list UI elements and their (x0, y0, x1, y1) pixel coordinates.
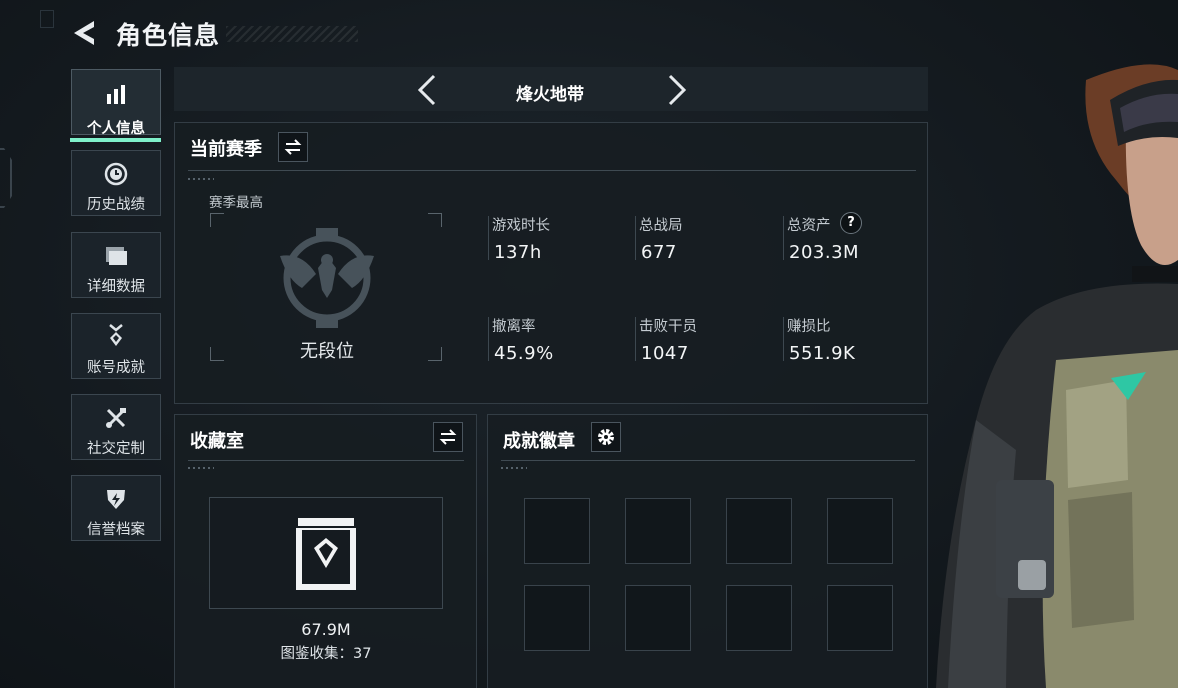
bracket-decoration (210, 347, 224, 361)
rank-emblem-icon (272, 226, 382, 330)
stat-label: 总战局 (639, 218, 683, 234)
sidebar-item-label: 个人信息 (87, 121, 145, 137)
collection-panel-title: 收藏室 (190, 431, 244, 452)
stat-label: 赚损比 (787, 319, 831, 335)
sidebar-item-label: 信誉档案 (87, 522, 145, 538)
left-edge-decoration (0, 148, 12, 208)
stat-divider (783, 317, 784, 361)
stat-value: 551.9K (789, 343, 856, 364)
season-panel-title: 当前赛季 (190, 139, 262, 160)
badge-slot[interactable] (726, 498, 792, 564)
page-title: 角色信息 (116, 21, 221, 50)
panel-dots-decoration (501, 467, 527, 469)
history-clock-icon (72, 161, 160, 187)
panel-divider (188, 460, 464, 461)
stat-label: 游戏时长 (492, 218, 550, 234)
sidebar-item-label: 历史战绩 (87, 197, 145, 213)
tools-icon (72, 405, 160, 431)
collection-value: 67.9M (301, 620, 351, 639)
sidebar-item-label: 账号成就 (87, 360, 145, 376)
bar-chart-icon (72, 82, 160, 108)
stat-value: 677 (641, 242, 677, 263)
panel-dots-decoration (188, 178, 214, 180)
season-best-label: 赛季最高 (209, 195, 263, 211)
sidebar-item-detailed-data[interactable]: 详细数据 (71, 232, 161, 298)
panel-divider (188, 170, 916, 171)
sidebar-item-social[interactable]: 社交定制 (71, 394, 161, 460)
stat-total-matches: 总战局 677 (635, 214, 683, 263)
stat-extraction-rate: 撤离率 45.9% (488, 315, 554, 364)
swap-icon[interactable] (278, 132, 308, 162)
badges-panel-title: 成就徽章 (503, 431, 575, 452)
mode-title: 烽火地带 (516, 85, 584, 105)
rank-text: 无段位 (300, 341, 354, 362)
collection-count: 图鉴收集：37 (280, 646, 372, 662)
stat-play-time: 游戏时长 137h (488, 214, 550, 263)
bracket-decoration (428, 213, 442, 227)
badge-slot[interactable] (827, 498, 893, 564)
badge-slot[interactable] (625, 498, 691, 564)
gear-icon[interactable] (591, 422, 621, 452)
badge-slot[interactable] (524, 585, 590, 651)
vault-display-icon (294, 518, 358, 590)
sidebar-item-history[interactable]: 历史战绩 (71, 150, 161, 216)
bracket-decoration (428, 347, 442, 361)
chevron-left-icon[interactable] (414, 73, 440, 107)
bracket-decoration (210, 213, 224, 227)
stat-divider (783, 216, 784, 260)
stat-divider (635, 317, 636, 361)
panel-divider (501, 460, 915, 461)
badge-slot[interactable] (726, 585, 792, 651)
panel-dots-decoration (188, 467, 214, 469)
chevron-right-icon[interactable] (664, 73, 690, 107)
stat-divider (488, 317, 489, 361)
sidebar-item-reputation[interactable]: 信誉档案 (71, 475, 161, 541)
character-portrait (896, 60, 1178, 688)
corner-decoration (40, 10, 54, 28)
stat-label: 撤离率 (492, 319, 536, 335)
stat-value: 1047 (641, 343, 689, 364)
sidebar-item-achievements[interactable]: 账号成就 (71, 313, 161, 379)
badge-slot[interactable] (625, 585, 691, 651)
stat-divider (635, 216, 636, 260)
title-decoration (226, 26, 358, 42)
stat-label: 击败干员 (639, 319, 697, 335)
stat-profit-loss-ratio: 赚损比 551.9K (783, 315, 856, 364)
sidebar-item-label: 详细数据 (87, 279, 145, 295)
stat-value: 45.9% (494, 343, 554, 364)
badge-slot[interactable] (524, 498, 590, 564)
medal-icon (72, 324, 160, 350)
badge-slot[interactable] (827, 585, 893, 651)
back-arrow-icon[interactable] (70, 18, 100, 48)
stat-divider (488, 216, 489, 260)
shield-bolt-icon (72, 486, 160, 512)
folder-icon (72, 243, 160, 269)
help-icon[interactable]: ? (840, 212, 862, 234)
active-tab-indicator (70, 138, 161, 142)
sidebar-item-personal-info[interactable]: 个人信息 (71, 69, 161, 137)
stat-value: 137h (494, 242, 542, 263)
sidebar-item-label: 社交定制 (87, 441, 145, 457)
swap-icon[interactable] (433, 422, 463, 452)
stat-value: 203.3M (789, 242, 860, 263)
stat-operators-defeated: 击败干员 1047 (635, 315, 697, 364)
